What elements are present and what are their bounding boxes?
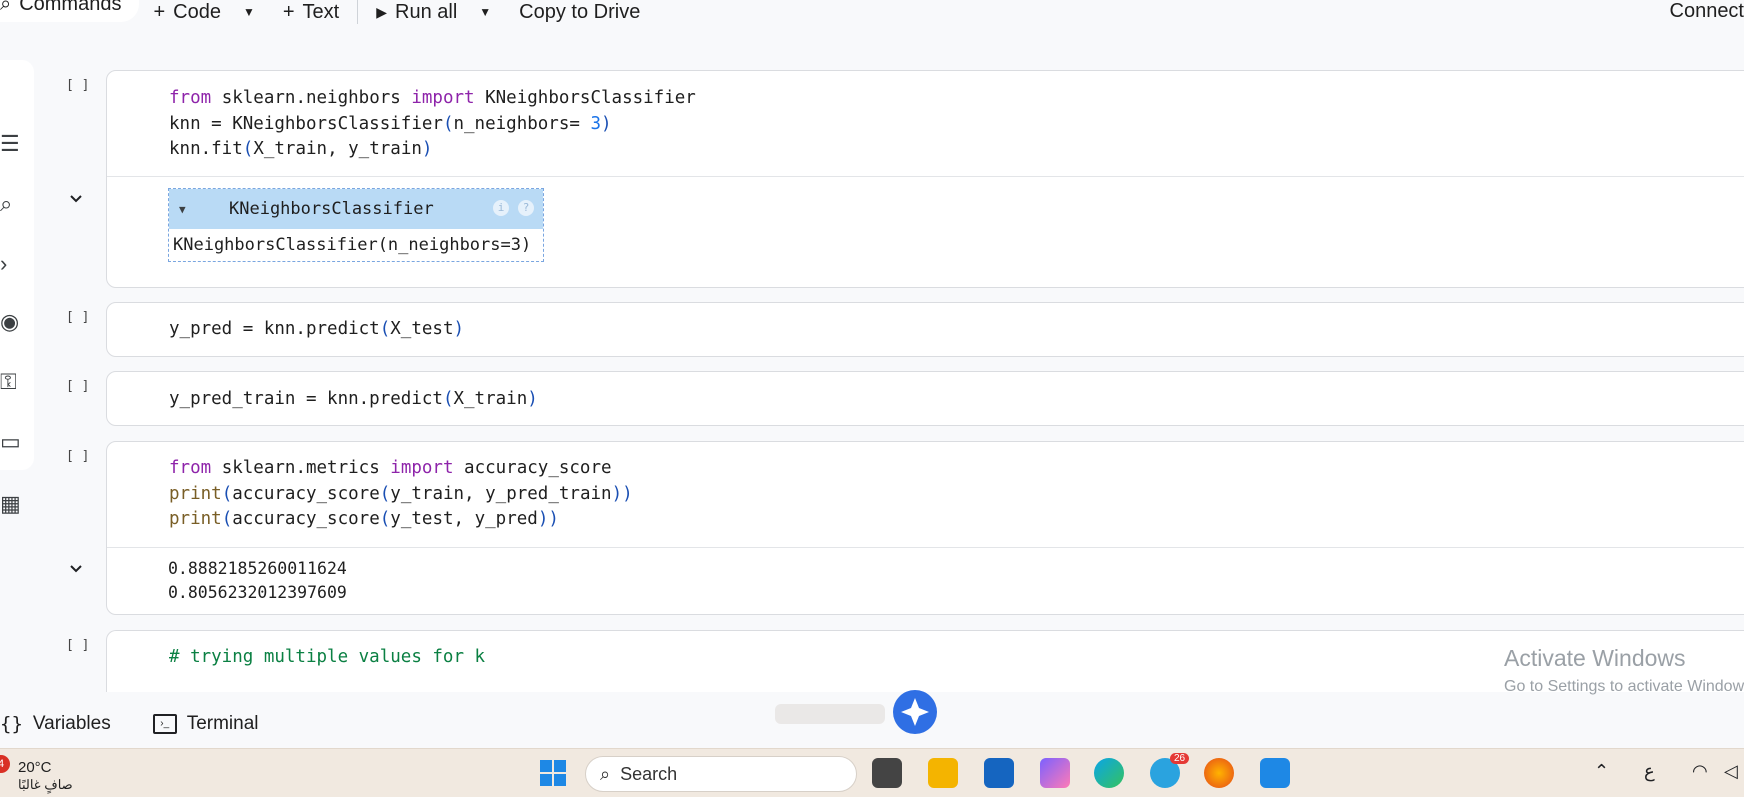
chevron-down-icon[interactable]: ▼ xyxy=(243,5,255,19)
activate-windows-watermark: Activate Windows Go to Settings to activ… xyxy=(1504,645,1744,696)
wifi-icon[interactable]: ◠ xyxy=(1692,761,1708,782)
triangle-down-icon: ▼ xyxy=(179,203,229,216)
add-code-button[interactable]: + Code ▼ xyxy=(139,0,268,24)
firefox-icon[interactable] xyxy=(1204,758,1234,788)
estimator-widget-header[interactable]: ▼ KNeighborsClassifier i ? xyxy=(169,189,543,229)
run-all-button[interactable]: ▶ Run all ▼ xyxy=(362,0,505,24)
output-divider xyxy=(107,176,1744,177)
commands-button[interactable]: ⌕ Commands xyxy=(0,0,139,22)
windows-taskbar: 4 20°C صافٍ غالبًا ⌕ Search 26 ⌃ ع ◠ ◁ xyxy=(0,748,1744,797)
find-icon[interactable]: ⌕ xyxy=(0,192,20,216)
collapse-output-chevron-icon[interactable] xyxy=(68,191,84,207)
info-icon[interactable]: i xyxy=(493,200,509,216)
chevron-down-icon[interactable]: ▼ xyxy=(479,5,491,19)
output-divider xyxy=(107,547,1744,548)
run-cell-button[interactable]: [ ] xyxy=(66,638,89,653)
search-icon: ⌕ xyxy=(0,0,11,16)
file-explorer-icon[interactable] xyxy=(928,758,958,788)
task-view-icon[interactable] xyxy=(872,758,902,788)
secrets-icon[interactable]: ◉ xyxy=(0,310,20,334)
site-logo-watermark xyxy=(765,680,975,740)
code-editor[interactable]: # trying multiple values for k xyxy=(169,645,485,671)
estimator-repr: KNeighborsClassifier(n_neighbors=3) xyxy=(169,229,543,261)
edge-browser-icon[interactable] xyxy=(1094,758,1124,788)
code-snippets-icon[interactable]: › xyxy=(0,252,20,276)
plus-icon: + xyxy=(283,1,295,24)
cell-output: 0.8882185260011624 0.8056232012397609 xyxy=(168,557,347,605)
connect-button[interactable]: Connect xyxy=(1670,0,1744,23)
terminal-icon: ›_ xyxy=(153,714,177,734)
variables-button[interactable]: {} Variables xyxy=(0,713,111,735)
run-cell-button[interactable]: [ ] xyxy=(66,379,89,394)
table-of-contents-icon[interactable]: ☰ xyxy=(0,132,20,156)
code-editor[interactable]: from sklearn.neighbors import KNeighbors… xyxy=(169,86,696,163)
telegram-badge: 26 xyxy=(1170,753,1189,764)
taskbar-search[interactable]: ⌕ Search xyxy=(585,756,857,792)
run-cell-button[interactable]: [ ] xyxy=(66,310,89,325)
help-icon[interactable]: ? xyxy=(518,200,534,216)
run-cell-button[interactable]: [ ] xyxy=(66,78,89,93)
variables-icon: {} xyxy=(0,713,23,735)
key-icon[interactable]: ⚿ xyxy=(0,370,20,394)
run-cell-button[interactable]: [ ] xyxy=(66,449,89,464)
weather-widget[interactable]: 20°C صافٍ غالبًا xyxy=(18,759,73,793)
data-table-icon[interactable]: ▦ xyxy=(0,492,20,516)
microsoft-store-icon[interactable] xyxy=(984,758,1014,788)
copy-to-drive-button[interactable]: Copy to Drive xyxy=(505,0,654,24)
code-editor[interactable]: y_pred = knn.predict(X_test) xyxy=(169,317,464,343)
volume-icon[interactable]: ◁ xyxy=(1724,761,1738,782)
collapse-output-chevron-icon[interactable] xyxy=(68,561,84,577)
input-language-indicator[interactable]: ع xyxy=(1644,761,1655,782)
toolbar-divider xyxy=(357,0,358,24)
add-text-button[interactable]: + Text xyxy=(269,0,353,24)
plus-icon: + xyxy=(153,1,165,24)
chevron-up-icon[interactable]: ⌃ xyxy=(1594,761,1609,782)
photos-icon[interactable] xyxy=(1260,758,1290,788)
code-editor[interactable]: from sklearn.metrics import accuracy_sco… xyxy=(169,456,633,533)
files-icon[interactable]: ▭ xyxy=(0,430,20,454)
estimator-widget: ▼ KNeighborsClassifier i ? KNeighborsCla… xyxy=(168,188,544,262)
windows-start-icon[interactable] xyxy=(538,758,568,788)
notification-badge: 4 xyxy=(0,755,10,773)
search-icon: ⌕ xyxy=(600,764,610,785)
notebook-toolbar: ⌕ Commands + Code ▼ + Text ▶ Run all ▼ C… xyxy=(0,0,1744,36)
terminal-button[interactable]: ›_ Terminal xyxy=(153,713,259,735)
play-icon: ▶ xyxy=(376,4,387,21)
left-sidebar: ☰ ⌕ › ◉ ⚿ ▭ ▦ xyxy=(0,60,34,470)
copilot-icon[interactable] xyxy=(1040,758,1070,788)
code-editor[interactable]: y_pred_train = knn.predict(X_train) xyxy=(169,387,538,413)
